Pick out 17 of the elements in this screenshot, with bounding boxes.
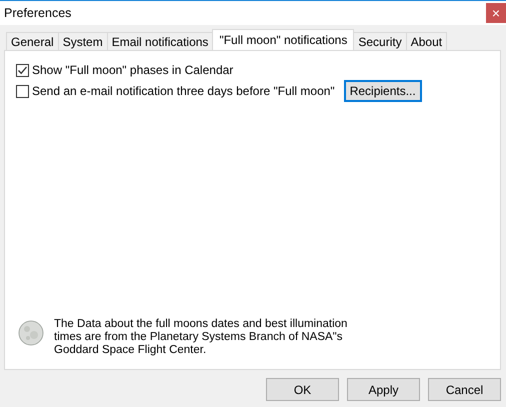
dialog-button[interactable]: Cancel	[428, 378, 501, 401]
checkbox-label[interactable]: Show "Full moon" phases in Calendar	[32, 63, 234, 77]
info-text: The Data about the full moons dates and best illumination times are from the Planetary Systems Branch of NASA"s Goddard Space Flight Center.	[54, 318, 348, 357]
recipients-button[interactable]: Recipients...	[344, 80, 422, 102]
tab[interactable]: "Full moon" notifications	[212, 29, 354, 50]
checkbox[interactable]	[16, 84, 29, 98]
checkbox-label[interactable]: Send an e-mail notification three days before "Full moon"	[32, 84, 335, 98]
tab[interactable]: System	[58, 32, 108, 50]
checkbox[interactable]	[16, 64, 29, 76]
tab[interactable]: About	[406, 32, 448, 50]
dialog-button[interactable]: OK	[266, 378, 339, 401]
window-title: Preferences	[3, 6, 72, 20]
moon-icon	[18, 320, 44, 346]
dialog-button[interactable]: Apply	[347, 378, 420, 401]
tab[interactable]: General	[6, 32, 59, 50]
close-button[interactable]: ×	[486, 3, 506, 23]
tab[interactable]: Security	[353, 32, 407, 50]
